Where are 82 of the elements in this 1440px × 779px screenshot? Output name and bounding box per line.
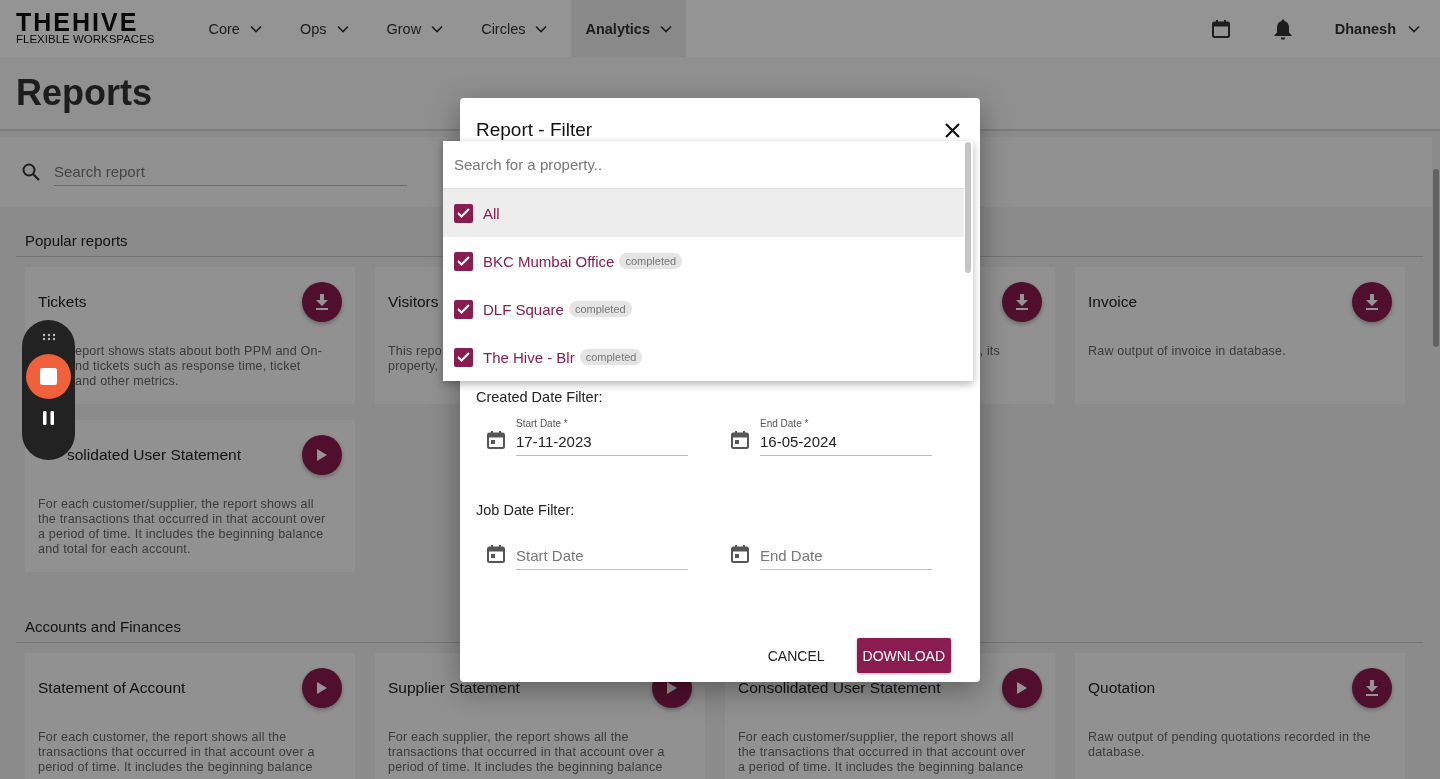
card-description: For each customer, the report shows all the transactions that occurred in that account over a period of time. It includes the beginning balance <box>38 730 315 775</box>
card-description: For each supplier, the report shows all the transactions that occurred in that account over a period of time. It includes the beginning balance <box>388 730 665 775</box>
card-title: Visitors <box>388 293 439 311</box>
property-name: The Hive - Blr <box>483 348 575 366</box>
card-title: Tickets <box>38 293 87 311</box>
date-field[interactable]: 16-05-2024 <box>760 433 932 450</box>
calendar-icon <box>730 544 750 564</box>
scrollbar[interactable] <box>965 142 971 273</box>
checkbox[interactable] <box>454 203 473 223</box>
filter-label: Created Date Filter: <box>476 389 604 405</box>
pause-icon <box>43 411 54 425</box>
property-name: DLF Square <box>483 300 564 318</box>
play-icon <box>317 449 327 461</box>
download-button[interactable] <box>1352 668 1392 708</box>
drag-handle-icon[interactable] <box>41 333 56 341</box>
checkbox[interactable] <box>454 347 473 367</box>
page-title: Reports <box>16 72 153 114</box>
chevron-down-icon <box>659 24 672 33</box>
card-description: Raw output of pending quotations recorded in the database. <box>1088 730 1371 760</box>
download-button[interactable]: DOWNLOAD <box>856 638 951 673</box>
card-title: Supplier Statement <box>388 679 520 697</box>
stop-button[interactable] <box>26 354 71 399</box>
download-button[interactable] <box>1002 282 1042 322</box>
download-icon <box>1015 294 1029 310</box>
chevron-down-icon <box>535 24 548 33</box>
download-button[interactable] <box>1352 282 1392 322</box>
status-tag: completed <box>568 301 632 317</box>
close-icon <box>945 122 960 138</box>
card-title: Consolidated User Statement <box>738 679 941 697</box>
checkbox[interactable] <box>454 299 473 319</box>
status-tag: completed <box>619 253 683 269</box>
date-field[interactable]: 17-11-2023 <box>516 433 688 450</box>
calendar-icon[interactable] <box>1210 18 1231 39</box>
close-button[interactable] <box>945 122 960 138</box>
download-icon <box>315 294 329 310</box>
download-button[interactable] <box>302 282 342 322</box>
property-option[interactable]: The Hive - Blr completed <box>443 333 964 381</box>
property-option[interactable]: DLF Square completed <box>443 285 964 333</box>
card-description: This repo property, <box>388 344 442 374</box>
play-icon <box>317 682 327 694</box>
card-description: For each customer/supplier, the report shows all the transactions that occurred in that account over a period of time. It includes the beginning balance <box>738 730 1026 775</box>
property-search-field[interactable]: Search for a property.. <box>443 141 964 189</box>
calendar-icon <box>486 430 506 450</box>
date-field[interactable]: End Date <box>760 547 932 564</box>
play-icon <box>1017 682 1027 694</box>
logo[interactable]: THEHIVE FLEXIBLE WORKSPACES <box>16 11 155 46</box>
user-menu[interactable]: Dhanesh <box>1334 20 1420 37</box>
card-description: Raw output of invoice in database. <box>1088 344 1286 359</box>
nav-menu[interactable]: Analytics <box>571 0 686 57</box>
card-title: solidated User Statement <box>67 446 242 464</box>
stop-icon <box>40 368 57 385</box>
chevron-down-icon <box>431 24 444 33</box>
nav-menu[interactable]: Core <box>194 0 276 57</box>
card-description: , its <box>979 344 1000 359</box>
field-label: Start Date * <box>516 418 569 429</box>
search-icon <box>22 163 40 181</box>
calendar-icon <box>486 544 506 564</box>
calendar-icon <box>730 430 750 450</box>
card-description: eport shows stats about both PPM and On- nd tickets such as response time, ticket and other metrics. <box>75 344 323 389</box>
card-title: Statement of Account <box>38 679 186 697</box>
chevron-down-icon <box>249 24 262 33</box>
chevron-down-icon <box>1408 24 1420 33</box>
nav-menu[interactable]: Ops <box>285 0 363 57</box>
bell-icon[interactable] <box>1272 17 1293 40</box>
card-title: Invoice <box>1088 293 1138 311</box>
dialog-title: Report - Filter <box>476 119 593 141</box>
field-label: End Date * <box>760 418 810 429</box>
pause-button[interactable] <box>43 411 54 425</box>
download-icon <box>1365 294 1379 310</box>
status-tag: completed <box>579 349 643 365</box>
date-field[interactable]: Start Date <box>516 547 688 564</box>
search-field[interactable]: Search report <box>54 158 407 186</box>
download-icon <box>1365 680 1379 696</box>
filter-label: Job Date Filter: <box>476 502 576 518</box>
card-description: For each customer/supplier, the report shows all the transactions that occurred in that account over a period of time. It includes the beginning balance and total for each account. <box>38 497 326 557</box>
chevron-down-icon <box>336 24 349 33</box>
property-name: All <box>483 204 500 222</box>
property-option[interactable]: All <box>443 189 964 237</box>
nav-menu[interactable]: Circles <box>467 0 562 57</box>
card-title: Quotation <box>1088 679 1156 697</box>
nav-menu[interactable]: Grow <box>372 0 458 57</box>
checkbox[interactable] <box>454 251 473 271</box>
